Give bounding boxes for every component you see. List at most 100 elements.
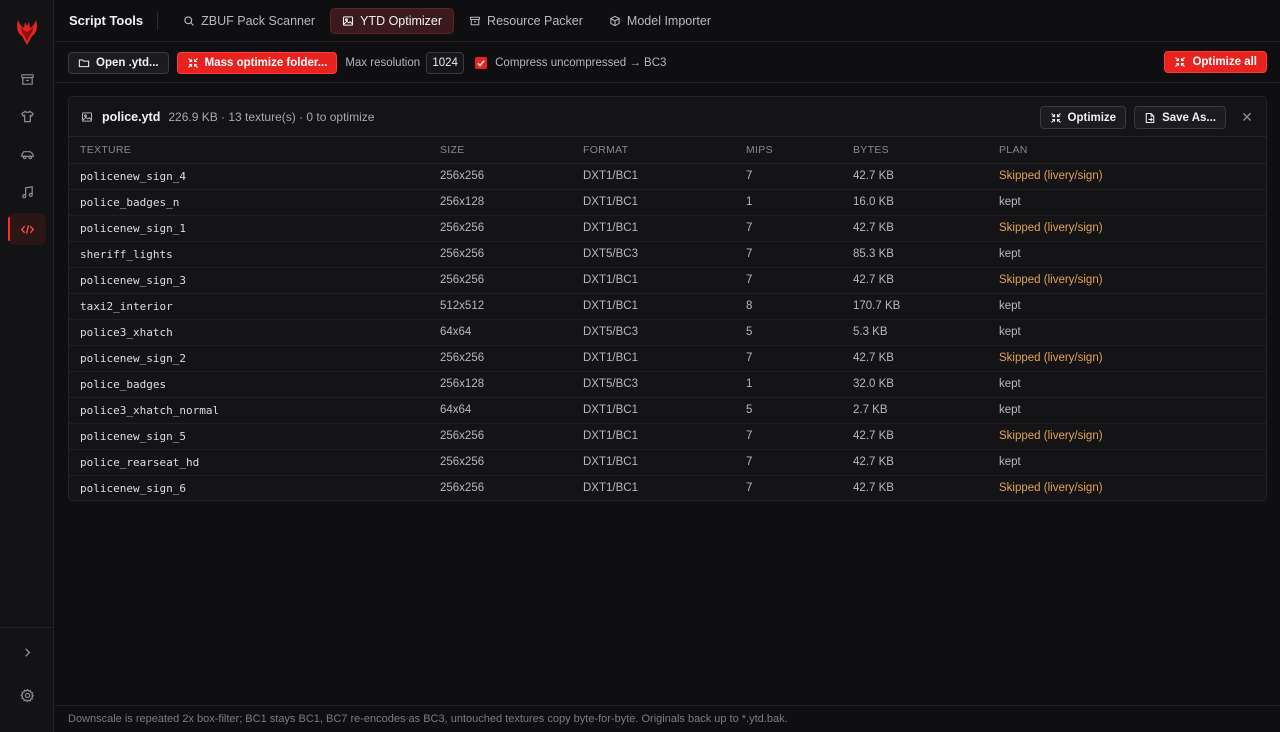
tab-resource-packer[interactable]: Resource Packer <box>458 8 594 34</box>
bytes-cell: 2.7 KB <box>853 397 999 424</box>
mips-cell: 7 <box>746 423 853 450</box>
texture-name-cell: policenew_sign_2 <box>69 345 440 372</box>
format-cell: DXT1/BC1 <box>583 215 746 242</box>
table-row[interactable]: police_badges_n 256x128 DXT1/BC1 1 16.0 KB ke… <box>69 189 1266 216</box>
size-cell: 256x256 <box>440 423 583 450</box>
format-cell: DXT1/BC1 <box>583 293 746 320</box>
shrink-icon <box>1050 112 1061 123</box>
texture-name-cell: taxi2_interior <box>69 293 440 320</box>
texture-name-cell: police3_xhatch_normal <box>69 397 440 424</box>
tab-zbuf-pack-scanner[interactable]: ZBUF Pack Scanner <box>172 8 326 34</box>
file-panel-header: police.ytd 226.9 KB · 13 texture(s) · 0 … <box>69 97 1266 137</box>
size-cell: 256x128 <box>440 371 583 398</box>
tab-model-importer[interactable]: Model Importer <box>598 8 722 34</box>
format-cell: DXT5/BC3 <box>583 241 746 268</box>
sidebar-item-archive[interactable] <box>8 63 46 95</box>
optimize-button[interactable]: Optimize <box>1039 106 1127 129</box>
texture-name-cell: police_badges_n <box>69 189 440 216</box>
sidebar-item-vehicles[interactable] <box>8 138 46 170</box>
gear-icon <box>19 688 34 702</box>
table-row[interactable]: taxi2_interior 512x512 DXT1/BC1 8 170.7 KB ke… <box>69 293 1266 320</box>
table-row[interactable]: policenew_sign_4 256x256 DXT1/BC1 7 42.7 KB S… <box>69 163 1266 190</box>
open-ytd-label: Open .ytd... <box>96 56 159 69</box>
texture-name-cell: sheriff_lights <box>69 241 440 268</box>
sidebar-item-clothing[interactable] <box>8 100 46 132</box>
column-header[interactable]: FORMAT <box>583 137 746 164</box>
table-row[interactable]: police_badges 256x128 DXT5/BC3 1 32.0 KB kept <box>69 371 1266 398</box>
table-row[interactable]: policenew_sign_5 256x256 DXT1/BC1 7 42.7 KB S… <box>69 423 1266 450</box>
open-ytd-button[interactable]: Open .ytd... <box>68 51 169 74</box>
table-row[interactable]: policenew_sign_2 256x256 DXT1/BC1 7 42.7 KB S… <box>69 345 1266 372</box>
bytes-cell: 42.7 KB <box>853 449 999 476</box>
size-cell: 256x256 <box>440 163 583 190</box>
settings-button[interactable] <box>8 679 46 711</box>
size-cell: 256x128 <box>440 189 583 216</box>
sidebar-expand-button[interactable] <box>8 636 46 668</box>
column-header[interactable]: PLAN <box>999 137 1266 164</box>
save-as-button[interactable]: Save As... <box>1134 106 1226 129</box>
plan-cell: Skipped (livery/sign) <box>999 163 1266 190</box>
table-row[interactable]: sheriff_lights 256x256 DXT5/BC3 7 85.3 KB kep… <box>69 241 1266 268</box>
bytes-cell: 42.7 KB <box>853 163 999 190</box>
car-icon <box>20 150 34 159</box>
compress-checkbox[interactable] <box>475 56 488 69</box>
format-cell: DXT1/BC1 <box>583 189 746 216</box>
sidebar-item-script-tools[interactable] <box>8 213 46 245</box>
plan-cell: Skipped (livery/sign) <box>999 215 1266 242</box>
app-title: Script Tools <box>69 13 144 28</box>
texture-name-cell: policenew_sign_6 <box>80 481 186 495</box>
column-header[interactable]: MIPS <box>746 137 853 164</box>
plan-cell: Skipped (livery/sign) <box>999 345 1266 372</box>
tab-ytd-optimizer[interactable]: YTD Optimizer <box>330 7 455 34</box>
mass-optimize-label: Mass optimize folder... <box>204 56 328 69</box>
format-cell: DXT1/BC1 <box>583 397 746 424</box>
file-summary: 226.9 KB · 13 texture(s) · 0 to optimize <box>168 109 375 124</box>
compress-label: Compress uncompressed → BC3 <box>495 56 667 69</box>
plan-cell: Skipped (livery/sign) <box>999 267 1266 294</box>
texture-name-cell: policenew_sign_1 <box>69 215 440 242</box>
column-header[interactable]: TEXTURE <box>69 137 440 164</box>
max-resolution-input[interactable]: 1024 <box>426 51 465 74</box>
file-export-icon <box>1145 112 1155 123</box>
top-bar: Script Tools ZBUF Pack Scanner YTD Optim… <box>55 0 1280 42</box>
table-row[interactable]: police_rearseat_hd 256x256 DXT1/BC1 7 42.7 K… <box>69 449 1266 476</box>
bytes-cell: 16.0 KB <box>853 189 999 216</box>
folder-icon <box>78 58 90 67</box>
sidebar-item-audio[interactable] <box>8 176 46 208</box>
table-row[interactable]: police3_xhatch_normal 64x64 DXT1/BC1 5 2.7 K… <box>69 397 1266 424</box>
table-row[interactable]: police3_xhatch 64x64 DXT5/BC3 5 5.3 KB kept <box>69 319 1266 346</box>
plan-cell: kept <box>999 293 1266 320</box>
texture-table-body: policenew_sign_4 256x256 DXT1/BC1 7 42.7 KB S… <box>69 163 1266 501</box>
bytes-cell: 42.7 KB <box>853 345 999 372</box>
format-cell: DXT1/BC1 <box>583 267 746 294</box>
plan-cell: Skipped (livery/sign) <box>999 423 1266 450</box>
mips-cell: 7 <box>746 215 853 242</box>
mips-cell: 5 <box>746 319 853 346</box>
format-cell: DXT1/BC1 <box>583 163 746 190</box>
archive-icon <box>20 73 34 85</box>
size-cell: 256x256 <box>440 482 485 495</box>
table-row[interactable]: policenew_sign_6 256x256 DXT1/BC1 7 42.7 KB S… <box>69 475 1266 501</box>
close-icon[interactable]: ✕ <box>1238 109 1256 126</box>
mass-optimize-folder-button[interactable]: Mass optimize folder... <box>176 51 338 74</box>
bytes-cell: 170.7 KB <box>853 293 999 320</box>
file-panel: police.ytd 226.9 KB · 13 texture(s) · 0 … <box>68 96 1267 501</box>
table-header-row: TEXTURE SIZE FORMAT MIPS BYTES PLAN <box>69 137 1266 164</box>
code-icon <box>20 224 34 234</box>
table-row[interactable]: policenew_sign_1 256x256 DXT1/BC1 7 42.7 KB S… <box>69 215 1266 242</box>
optimize-all-button[interactable]: Optimize all <box>1164 51 1267 73</box>
texture-table: TEXTURE SIZE FORMAT MIPS BYTES PLAN poli… <box>69 137 1266 501</box>
column-header[interactable]: BYTES <box>853 137 999 164</box>
mips-cell: 7 <box>746 267 853 294</box>
file-actions: Optimize Save As... ✕ <box>1039 106 1256 129</box>
column-header[interactable]: SIZE <box>440 137 583 164</box>
size-cell: 256x256 <box>440 267 583 294</box>
texture-name-cell: policenew_sign_5 <box>69 423 440 450</box>
plan-cell: kept <box>999 449 1266 476</box>
size-cell: 256x256 <box>440 449 583 476</box>
plan-cell: kept <box>999 241 1266 268</box>
texture-name-cell: policenew_sign_4 <box>69 163 440 190</box>
table-row[interactable]: policenew_sign_3 256x256 DXT1/BC1 7 42.7 KB S… <box>69 267 1266 294</box>
mips-cell: 7 <box>746 345 853 372</box>
title-divider <box>157 11 159 30</box>
